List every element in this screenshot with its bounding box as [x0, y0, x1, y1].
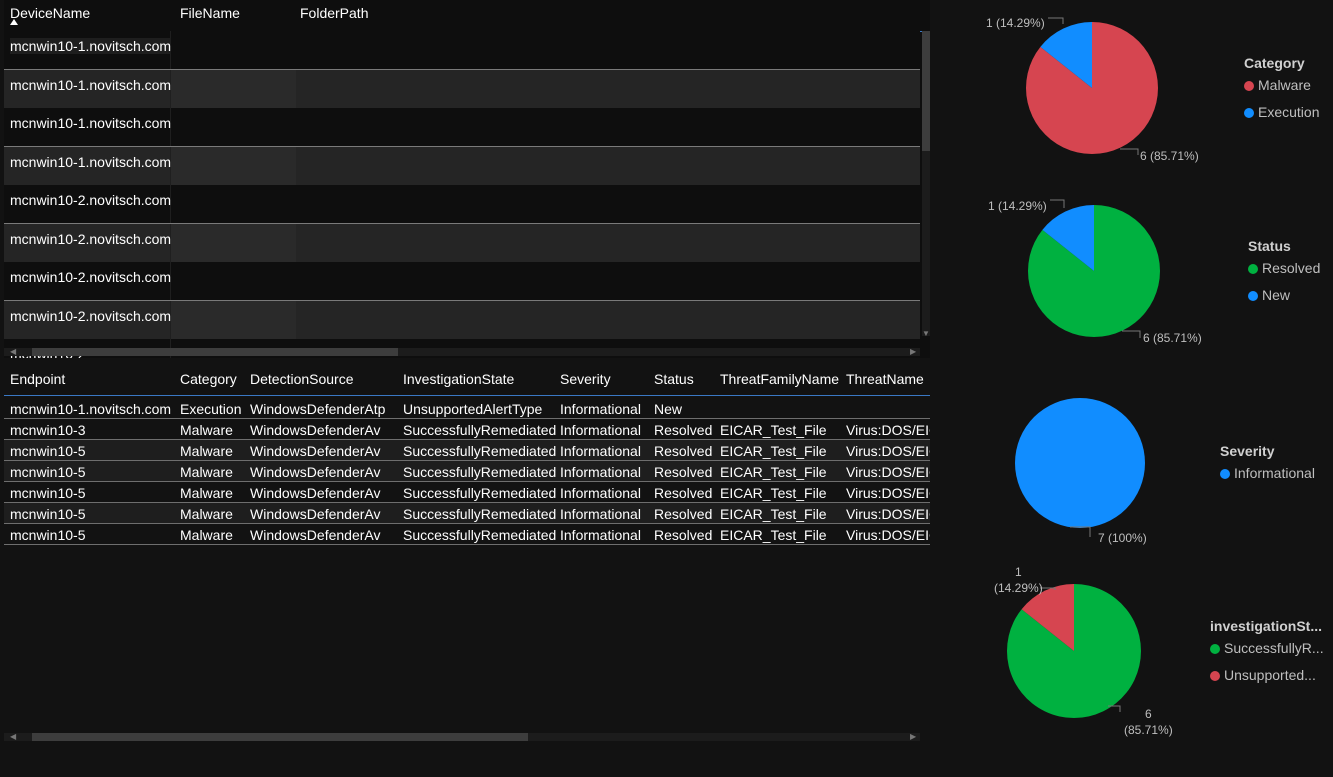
legend-dot-icon — [1210, 644, 1220, 654]
legend-label: Unsupported... — [1224, 667, 1316, 683]
legend-title: investigationSt... — [1210, 618, 1323, 634]
pie-data-label: 1 (14.29%) — [994, 565, 1043, 595]
legend-item[interactable]: Unsupported... — [1210, 667, 1316, 683]
legend-label: SuccessfullyR... — [1224, 640, 1324, 656]
pie-chart-investigationst — [1007, 584, 1141, 718]
legend-dot-icon — [1210, 671, 1220, 681]
legend-item[interactable]: SuccessfullyR... — [1210, 640, 1324, 656]
pie-data-label: 6 (85.71%) — [1124, 707, 1173, 737]
